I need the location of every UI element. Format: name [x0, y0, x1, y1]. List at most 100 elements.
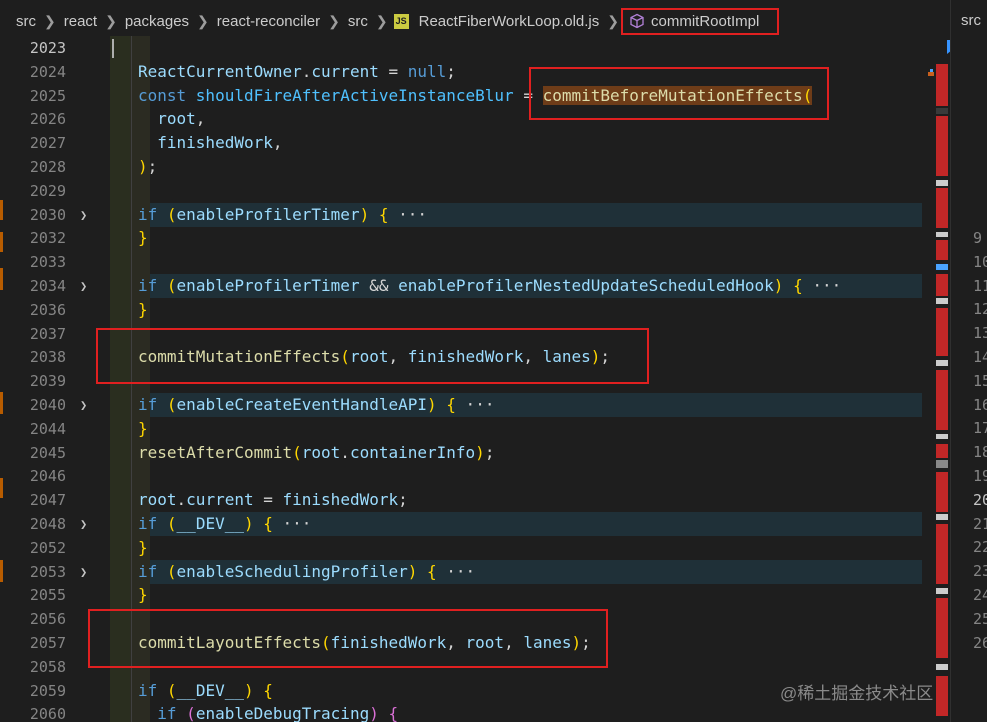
code-text[interactable]: } — [138, 417, 148, 441]
breadcrumb-item-src[interactable]: src — [14, 13, 38, 30]
code-token: . — [340, 442, 350, 462]
code-line[interactable]: 2024 ReactCurrentOwner.current = null; — [14, 59, 936, 84]
breadcrumb-file[interactable]: ReactFiberWorkLoop.old.js — [417, 13, 602, 30]
code-line[interactable]: 2044} — [14, 416, 936, 441]
code-token: , — [195, 109, 206, 129]
code-text[interactable]: resetAfterCommit(root.containerInfo); — [138, 441, 494, 465]
code-line[interactable]: 2055} — [14, 583, 936, 608]
code-line[interactable]: 2056 — [14, 607, 936, 632]
code-text[interactable]: } — [138, 226, 148, 250]
vertical-scrollbar[interactable] — [936, 36, 948, 722]
split-pane-line-number: 10 — [973, 252, 987, 271]
fold-chevron-icon[interactable]: ❯ — [80, 203, 92, 227]
code-text[interactable]: ReactCurrentOwner.current = null; — [138, 60, 456, 84]
code-line[interactable]: 2026 root, — [14, 107, 936, 132]
code-line[interactable]: 2027 finishedWork, — [14, 131, 936, 156]
split-pane-line-number: 16 — [973, 395, 987, 414]
code-token: { — [793, 276, 803, 295]
chevron-right-icon: ❯ — [105, 12, 117, 29]
code-text[interactable]: } — [138, 298, 148, 322]
code-text[interactable]: commitMutationEffects(root, finishedWork… — [138, 345, 610, 369]
code-token: ( — [321, 633, 331, 652]
line-number: 2027 — [29, 134, 66, 153]
code-token: shouldFireAfterActiveInstanceBlur — [195, 85, 514, 105]
code-line[interactable]: 2052} — [14, 535, 936, 560]
breadcrumb-symbol[interactable]: commitRootImpl — [621, 7, 780, 35]
code-editor[interactable]: 2023 2024 ReactCurrentOwner.current = null… — [14, 36, 936, 722]
code-token: { — [263, 514, 273, 533]
code-token: if — [138, 276, 167, 295]
code-token: null — [407, 61, 447, 81]
code-line[interactable]: 2034 ❯ if (enableProfilerTimer && enablePr… — [14, 274, 936, 298]
code-token: } — [138, 537, 148, 557]
code-token: ) — [243, 680, 254, 700]
javascript-file-icon: JS — [393, 13, 409, 29]
code-text[interactable]: if (enableDebugTracing) { — [138, 702, 398, 722]
code-token: root — [349, 347, 389, 367]
code-token: ( — [166, 276, 177, 295]
code-line[interactable]: 2038 commitMutationEffects(root, finished… — [14, 345, 936, 370]
fold-chevron-icon[interactable]: ❯ — [80, 393, 92, 417]
code-line[interactable]: 2033 — [14, 250, 936, 275]
code-token: { — [263, 680, 273, 700]
code-line[interactable]: 2025 const shouldFireAfterActiveInstanceB… — [14, 83, 936, 108]
split-pane-line-number: 9 — [973, 229, 983, 247]
code-line[interactable]: 2029 — [14, 178, 936, 203]
split-editor-pane[interactable]: src 9 10 11 12 13 14 15 16 17 18 19 20 21 22 23 24 25 26 — [950, 0, 987, 722]
code-text[interactable]: if (enableProfilerTimer) { ··· — [138, 203, 427, 227]
code-token: if — [138, 680, 167, 700]
code-line[interactable]: 2023 — [14, 36, 936, 60]
code-text[interactable]: if (__DEV__) { ··· — [138, 512, 311, 536]
code-line[interactable]: 2028); — [14, 155, 936, 179]
code-token: ( — [186, 704, 196, 722]
code-token: enableProfilerTimer — [176, 276, 360, 295]
code-line[interactable]: 2058 — [14, 654, 936, 679]
code-line[interactable]: 2046 — [14, 464, 936, 489]
minimap[interactable] — [922, 36, 936, 722]
code-text[interactable]: if (enableCreateEventHandleAPI) { ··· — [138, 393, 494, 417]
code-text[interactable]: ); — [138, 155, 157, 179]
code-line[interactable]: 2036} — [14, 297, 936, 322]
split-pane-line-number: 20 — [973, 490, 987, 509]
code-line[interactable]: 2040 ❯ if (enableCreateEventHandleAPI) { ·… — [14, 393, 936, 417]
code-text[interactable]: root.current = finishedWork; — [138, 488, 408, 512]
line-number: 2028 — [29, 158, 66, 176]
code-line[interactable]: 2045 resetAfterCommit(root.containerInfo)… — [14, 440, 936, 465]
chevron-right-icon: ❯ — [328, 12, 340, 29]
fold-chevron-icon[interactable]: ❯ — [80, 274, 92, 298]
line-number: 2030 — [29, 205, 66, 224]
fold-chevron-icon[interactable]: ❯ — [80, 560, 92, 584]
code-text[interactable]: if (__DEV__) { — [138, 679, 273, 703]
code-text[interactable]: commitLayoutEffects(finishedWork, root, … — [138, 631, 591, 655]
code-line[interactable]: 2060 if (enableDebugTracing) { — [14, 702, 936, 722]
breadcrumb-item-src-2[interactable]: src — [346, 13, 370, 30]
code-text[interactable]: if (enableSchedulingProfiler) { ··· — [138, 560, 475, 584]
split-pane-line-number: 19 — [973, 467, 987, 485]
code-line[interactable]: 2032} — [14, 226, 936, 251]
code-line[interactable]: 2039 — [14, 369, 936, 394]
code-token: ( — [166, 561, 177, 581]
breadcrumb-item-react[interactable]: react — [62, 13, 99, 30]
code-line[interactable]: 2030 ❯ if (enableProfilerTimer) { ··· — [14, 202, 936, 227]
split-pane-breadcrumb[interactable]: src — [961, 12, 981, 29]
breadcrumb-item-react-reconciler[interactable]: react-reconciler — [215, 13, 322, 30]
line-number: 2045 — [29, 443, 66, 462]
code-line[interactable]: 2037 — [14, 321, 936, 346]
breadcrumb-item-packages[interactable]: packages — [123, 13, 191, 30]
code-text[interactable]: finishedWork, — [138, 131, 282, 155]
code-text[interactable]: root, — [138, 107, 205, 131]
code-line[interactable]: 2047 root.current = finishedWork; — [14, 488, 936, 513]
code-line[interactable]: 2053 ❯ if (enableSchedulingProfiler) { ··· — [14, 559, 936, 584]
code-line[interactable]: 2057 commitLayoutEffects(finishedWork, ro… — [14, 631, 936, 655]
line-number: 2059 — [29, 681, 66, 700]
code-line[interactable]: 2048 ❯ if (__DEV__) { ··· — [14, 512, 936, 536]
fold-chevron-icon[interactable]: ❯ — [80, 512, 92, 536]
code-token: ) — [359, 204, 370, 224]
code-text[interactable]: } — [138, 536, 148, 560]
line-number: 2029 — [29, 181, 66, 200]
code-text[interactable]: } — [138, 583, 148, 607]
code-text[interactable]: const shouldFireAfterActiveInstanceBlur … — [138, 84, 813, 108]
code-text[interactable]: if (enableProfilerTimer && enableProfile… — [138, 274, 841, 298]
code-token: ) — [138, 157, 148, 176]
